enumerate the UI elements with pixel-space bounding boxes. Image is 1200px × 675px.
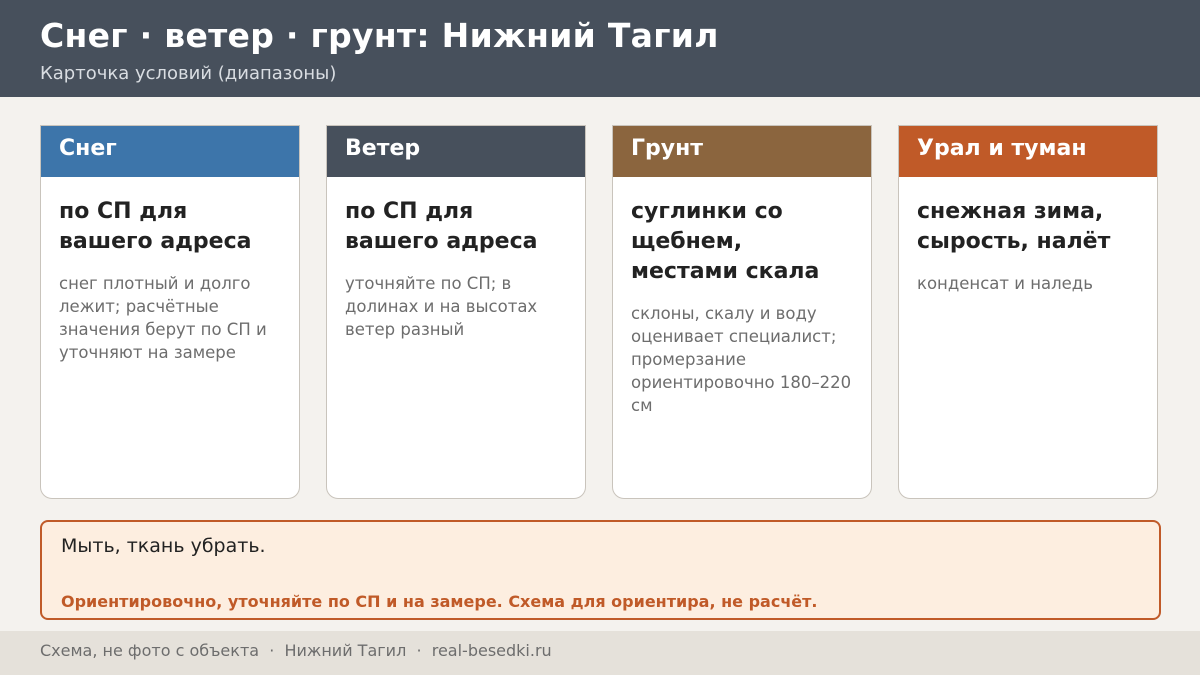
card-soil: Грунт суглинки со щебнем, местами скала … (612, 125, 872, 499)
card-note-text: склоны, скалу и воду оценивает специалис… (631, 304, 852, 415)
card-note-text: снег плотный и долго лежит; расчётные зн… (59, 274, 267, 362)
card-main-text: снежная зима, сырость, налёт (917, 199, 1111, 254)
footer-text: Схема, не фото с объекта · Нижний Тагил … (40, 641, 552, 660)
footer-bar: Схема, не фото с объекта · Нижний Тагил … (0, 631, 1200, 675)
care-note-text: Мыть, ткань убрать. (61, 535, 266, 557)
header-bar: Снег · ветер · грунт: Нижний Тагил Карто… (0, 0, 1200, 97)
card-header-ural-fog: Урал и туман (899, 126, 1157, 177)
page-subtitle: Карточка условий (диапазоны) (40, 63, 337, 84)
card-main-text: по СП для вашего адреса (345, 199, 538, 254)
page-title: Снег · ветер · грунт: Нижний Тагил (40, 16, 719, 55)
disclaimer-text: Ориентировочно, уточняйте по СП и на зам… (61, 592, 818, 611)
card-note-text: конденсат и наледь (917, 274, 1093, 293)
card-wind: Ветер по СП для вашего адреса уточняйте … (326, 125, 586, 499)
card-note-text: уточняйте по СП; в долинах и на высотах … (345, 274, 538, 339)
card-main-text: суглинки со щебнем, местами скала (631, 199, 820, 284)
card-snow: Снег по СП для вашего адреса снег плотны… (40, 125, 300, 499)
card-ural-fog: Урал и туман снежная зима, сырость, налё… (898, 125, 1158, 499)
card-header-snow: Снег (41, 126, 299, 177)
card-header-soil: Грунт (613, 126, 871, 177)
card-main-text: по СП для вашего адреса (59, 199, 252, 254)
card-header-wind: Ветер (327, 126, 585, 177)
care-note-box: Мыть, ткань убрать. Ориентировочно, уточ… (40, 520, 1161, 620)
